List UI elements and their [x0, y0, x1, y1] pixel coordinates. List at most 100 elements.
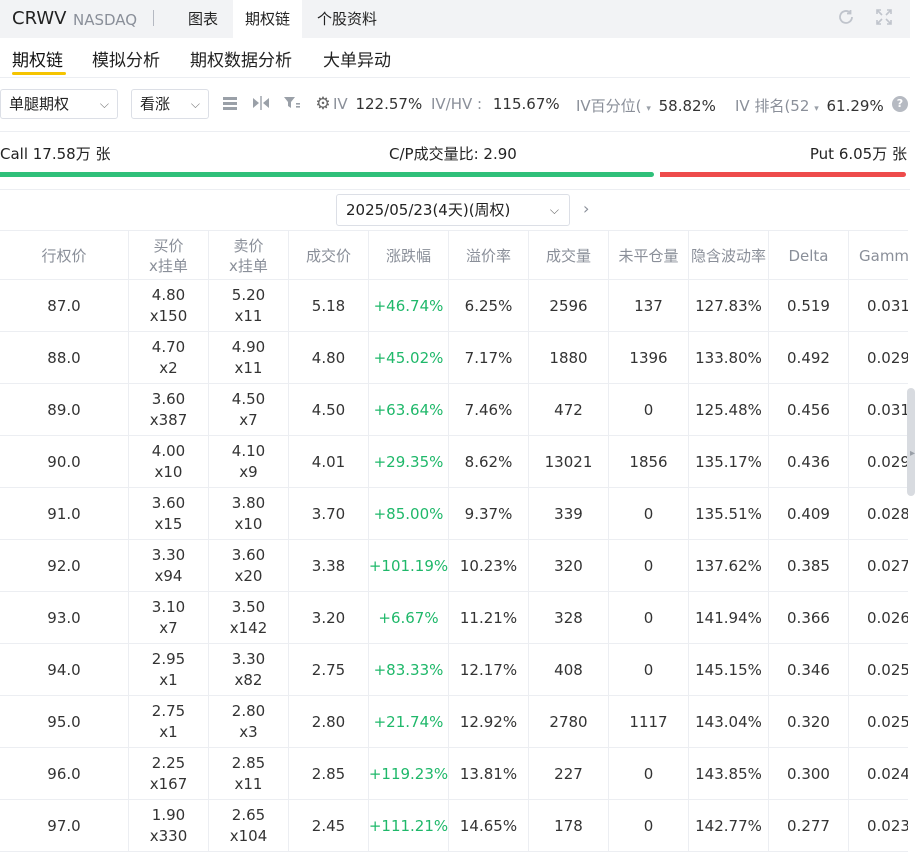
- cell-implied-vol-iv: 127.83%: [695, 296, 762, 315]
- header-sublabel: x挂单: [229, 257, 268, 275]
- table-row[interactable]: 89.0 3.60 x387 4.50 x7 4.50 +63.64% 7.46% 472 0 12…: [0, 384, 908, 436]
- header-gamma[interactable]: Gamm: [849, 231, 908, 281]
- cell-strike-strike: 89.0: [47, 400, 81, 419]
- table-row[interactable]: 95.0 2.75 x1 2.80 x3 2.80 +21.74% 12.92% 2780 111…: [0, 696, 908, 748]
- cell-ask: 2.85 x11: [209, 748, 289, 800]
- header-label: 卖价: [233, 237, 264, 255]
- table-row[interactable]: 90.0 4.00 x10 4.10 x9 4.01 +29.35% 8.62% 13021 18…: [0, 436, 908, 488]
- cell-ask-ask-size: x10: [234, 515, 263, 533]
- header-ask[interactable]: 卖价 x挂单: [209, 231, 289, 281]
- iv-rank-metric[interactable]: IV 排名(52 ▾ 61.29%: [735, 95, 884, 116]
- header-volume[interactable]: 成交量: [529, 231, 609, 281]
- table-row[interactable]: 93.0 3.10 x7 3.50 x142 3.20 +6.67% 11.21% 328 0 14…: [0, 592, 908, 644]
- cell-implied-vol: 135.51%: [689, 488, 769, 540]
- expiry-date-select[interactable]: 2025/05/23(4天)(周权) ⌵: [336, 194, 570, 226]
- ivhv-value: 115.67%: [492, 95, 560, 113]
- cell-gamma-gamma: 0.023: [867, 816, 908, 835]
- header-label: 未平仓量: [618, 247, 679, 265]
- scrollbar-thumb[interactable]: [907, 388, 915, 496]
- chevron-right-icon[interactable]: ›: [583, 199, 589, 218]
- table-row[interactable]: 96.0 2.25 x167 2.85 x11 2.85 +119.23% 13.81% 227…: [0, 748, 908, 800]
- chevron-down-icon: ⌵: [190, 97, 200, 111]
- table-row[interactable]: 91.0 3.60 x15 3.80 x10 3.70 +85.00% 9.37% 339 0 13…: [0, 488, 908, 540]
- table-row[interactable]: 92.0 3.30 x94 3.60 x20 3.38 +101.19% 10.23% 320 0…: [0, 540, 908, 592]
- fullscreen-icon[interactable]: [874, 8, 894, 28]
- header-delta[interactable]: Delta: [769, 231, 849, 281]
- table-row[interactable]: 87.0 4.80 x150 5.20 x11 5.18 +46.74% 6.25% 2596 1…: [0, 280, 908, 332]
- subtab-block-trades[interactable]: 大单异动: [323, 46, 391, 71]
- cell-premium: 6.25%: [449, 280, 529, 332]
- tab-option-chain[interactable]: 期权链: [233, 0, 303, 38]
- help-icon[interactable]: ?: [892, 96, 908, 112]
- subtab-simulation[interactable]: 模拟分析: [92, 46, 160, 71]
- cell-premium-premium: 12.17%: [459, 660, 518, 679]
- cell-gamma-gamma: 0.031: [867, 400, 908, 419]
- cell-volume-volume: 227: [554, 764, 583, 783]
- header-label: 涨跌幅: [385, 247, 431, 265]
- cell-bid-bid: 4.70: [151, 338, 186, 356]
- cell-delta-delta: 0.366: [787, 608, 830, 627]
- cell-bid-bid-size: x387: [149, 411, 188, 429]
- cell-strike-strike: 87.0: [47, 296, 81, 315]
- table-row[interactable]: 88.0 4.70 x2 4.90 x11 4.80 +45.02% 7.17% 1880 139…: [0, 332, 908, 384]
- header-label: 成交量: [545, 247, 591, 265]
- header-change[interactable]: 涨跌幅: [369, 231, 449, 281]
- list-view-icon[interactable]: [221, 95, 239, 113]
- cell-implied-vol-iv: 142.77%: [695, 816, 762, 835]
- cell-premium-premium: 14.65%: [459, 816, 518, 835]
- header-label: Gamm: [859, 247, 908, 265]
- collapse-arrow-icon[interactable]: ▸: [910, 446, 920, 462]
- cell-change-change: +101.19%: [369, 556, 449, 575]
- cell-gamma: 0.029: [849, 332, 908, 384]
- cell-last-price-last: 3.70: [311, 504, 346, 523]
- cell-premium: 12.17%: [449, 644, 529, 696]
- cell-change-change: +63.64%: [373, 400, 444, 419]
- cell-change: +45.02%: [369, 332, 449, 384]
- cell-bid-bid-size: x1: [159, 723, 178, 741]
- cell-volume: 13021: [529, 436, 609, 488]
- tab-chart[interactable]: 图表: [176, 0, 230, 38]
- split-view-icon[interactable]: [252, 95, 270, 113]
- cell-open-interest: 0: [609, 748, 689, 800]
- cell-last-price: 3.38: [289, 540, 369, 592]
- filter-icon[interactable]: [283, 95, 301, 113]
- subtab-option-data-analysis[interactable]: 期权数据分析: [190, 46, 292, 71]
- cell-delta-delta: 0.456: [787, 400, 830, 419]
- cell-last-price-last: 4.80: [311, 348, 346, 367]
- cell-volume: 227: [529, 748, 609, 800]
- cell-volume-volume: 320: [554, 556, 583, 575]
- cell-open-interest-oi: 0: [643, 608, 654, 627]
- header-bid[interactable]: 买价 x挂单: [129, 231, 209, 281]
- cell-delta: 0.346: [769, 644, 849, 696]
- cell-gamma-gamma: 0.029: [867, 348, 908, 367]
- cell-bid-bid-size: x94: [154, 567, 183, 585]
- cell-gamma: 0.025: [849, 644, 908, 696]
- iv-percentile-metric[interactable]: IV百分位( ▾ 58.82%: [576, 95, 716, 116]
- header-implied-vol[interactable]: 隐含波动率: [689, 231, 769, 281]
- header-open-interest[interactable]: 未平仓量: [609, 231, 689, 281]
- table-row[interactable]: 94.0 2.95 x1 3.30 x82 2.75 +83.33% 12.17% 408 0 14…: [0, 644, 908, 696]
- header-last-price[interactable]: 成交价: [289, 231, 369, 281]
- subtab-option-chain[interactable]: 期权链: [12, 46, 63, 71]
- settings-gear-icon[interactable]: ⚙: [314, 95, 332, 113]
- cell-volume: 1880: [529, 332, 609, 384]
- expiry-date-value: 2025/05/23(4天)(周权): [346, 201, 511, 219]
- refresh-icon[interactable]: [836, 8, 856, 28]
- ivhv-metric: IV/HV : 115.67%: [431, 95, 560, 113]
- cell-strike: 92.0: [0, 540, 129, 592]
- cell-volume-volume: 178: [554, 816, 583, 835]
- direction-select-value: 看涨: [140, 95, 171, 113]
- cell-bid-bid-size: x15: [154, 515, 183, 533]
- cell-volume: 408: [529, 644, 609, 696]
- cell-implied-vol: 127.83%: [689, 280, 769, 332]
- direction-select[interactable]: 看涨 ⌵: [131, 89, 209, 119]
- cell-open-interest: 0: [609, 592, 689, 644]
- table-row[interactable]: 97.0 1.90 x330 2.65 x104 2.45 +111.21% 14.65% 17…: [0, 800, 908, 852]
- cell-last-price: 3.70: [289, 488, 369, 540]
- header-strike[interactable]: 行权价: [0, 231, 129, 281]
- cell-bid: 4.70 x2: [129, 332, 209, 384]
- cell-premium: 14.65%: [449, 800, 529, 852]
- header-premium[interactable]: 溢价率: [449, 231, 529, 281]
- tab-stock-profile[interactable]: 个股资料: [305, 0, 389, 38]
- strategy-select[interactable]: 单腿期权 ⌵: [0, 89, 118, 119]
